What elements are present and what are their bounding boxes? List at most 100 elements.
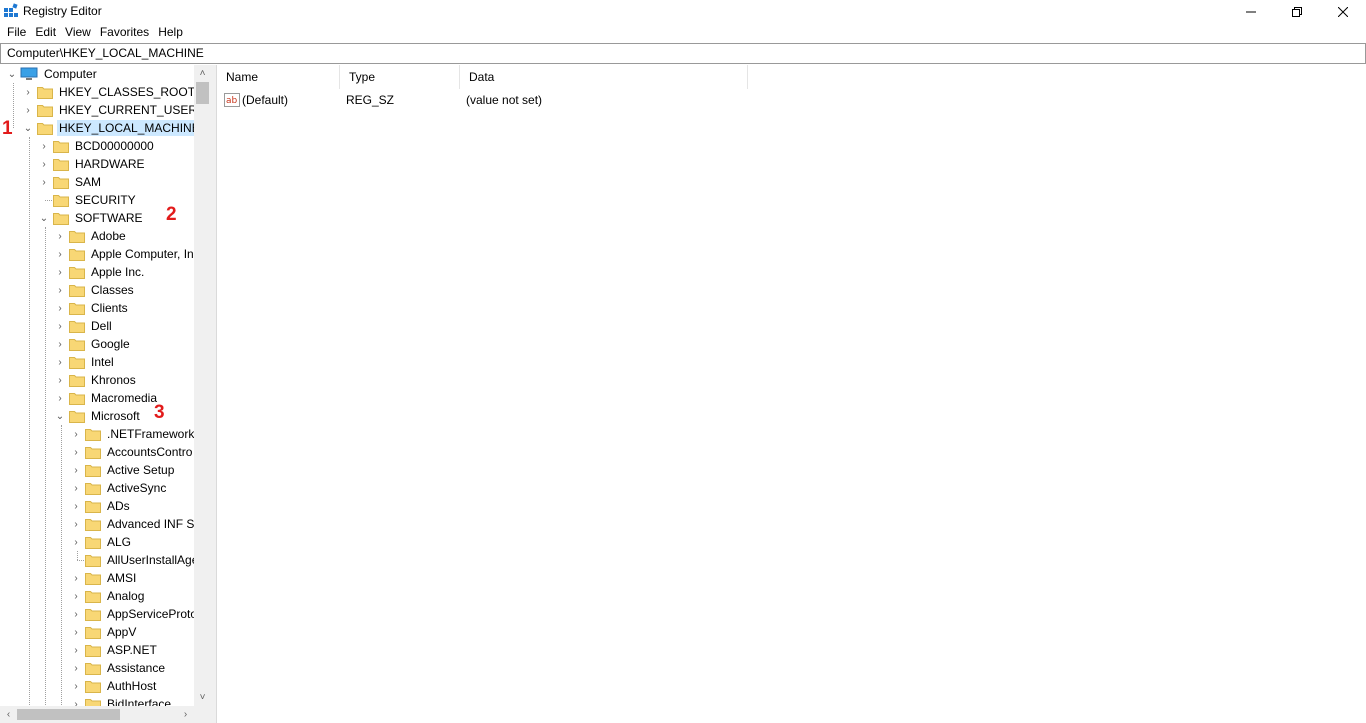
- tree-item-software-child[interactable]: › Classes: [54, 281, 136, 299]
- menu-edit[interactable]: Edit: [31, 23, 61, 42]
- column-header-name[interactable]: Name: [217, 65, 340, 89]
- expanded-chevron-icon[interactable]: ⌄: [22, 119, 34, 137]
- tree-item-microsoft-child[interactable]: › AppV: [70, 623, 138, 641]
- expanded-chevron-icon[interactable]: ⌄: [6, 65, 18, 83]
- collapsed-chevron-icon[interactable]: ›: [70, 533, 82, 551]
- menu-view[interactable]: View: [61, 23, 96, 42]
- menu-file[interactable]: File: [3, 23, 31, 42]
- callout-2: 2: [166, 204, 177, 225]
- collapsed-chevron-icon[interactable]: ›: [70, 641, 82, 659]
- address-bar[interactable]: Computer\HKEY_LOCAL_MACHINE: [0, 43, 1366, 64]
- collapsed-chevron-icon[interactable]: ›: [54, 281, 66, 299]
- collapsed-chevron-icon[interactable]: ›: [54, 263, 66, 281]
- tree-item-hardware[interactable]: › HARDWARE: [38, 155, 147, 173]
- column-header-data[interactable]: Data: [460, 65, 748, 89]
- scroll-up-icon[interactable]: ˄: [194, 65, 211, 82]
- tree-item-label: Advanced INF Se: [107, 517, 202, 531]
- collapsed-chevron-icon[interactable]: ›: [70, 605, 82, 623]
- tree-item-microsoft-child[interactable]: AllUserInstallAge: [70, 551, 200, 569]
- collapsed-chevron-icon[interactable]: ›: [54, 371, 66, 389]
- collapsed-chevron-icon[interactable]: ›: [70, 425, 82, 443]
- tree-item-microsoft-child[interactable]: › ADs: [70, 497, 132, 515]
- tree-item-computer[interactable]: ⌄ Computer: [6, 65, 99, 83]
- collapsed-chevron-icon[interactable]: ›: [70, 569, 82, 587]
- scroll-thumb[interactable]: [17, 709, 120, 720]
- close-button[interactable]: [1320, 0, 1366, 23]
- menu-favorites[interactable]: Favorites: [96, 23, 154, 42]
- folder-icon: [69, 338, 85, 351]
- tree-item-microsoft-child[interactable]: › AppServiceProto: [70, 605, 199, 623]
- tree-item-microsoft-child[interactable]: › AMSI: [70, 569, 138, 587]
- tree-item-label: SAM: [75, 175, 102, 189]
- column-header-type[interactable]: Type: [340, 65, 460, 89]
- tree-vertical-scrollbar[interactable]: ˄ ˅: [194, 65, 211, 706]
- folder-icon: [53, 212, 69, 225]
- collapsed-chevron-icon[interactable]: ›: [70, 515, 82, 533]
- tree-item-software-child[interactable]: › Apple Computer, In: [54, 245, 196, 263]
- tree-item-microsoft-child[interactable]: › .NETFramework: [70, 425, 196, 443]
- tree-item-microsoft-child[interactable]: › Advanced INF Se: [70, 515, 203, 533]
- minimize-button[interactable]: [1228, 0, 1274, 23]
- collapsed-chevron-icon[interactable]: ›: [54, 245, 66, 263]
- scroll-down-icon[interactable]: ˅: [194, 689, 211, 706]
- tree-item-microsoft-child[interactable]: › Active Setup: [70, 461, 176, 479]
- tree-item-hkey-classes-root[interactable]: › HKEY_CLASSES_ROOT: [22, 83, 197, 101]
- list-item[interactable]: ab (Default) REG_SZ (value not set): [217, 90, 748, 110]
- tree-item-hkey-local-machine[interactable]: ⌄ HKEY_LOCAL_MACHINE: [22, 119, 202, 137]
- tree-item-software-child[interactable]: › Dell: [54, 317, 114, 335]
- collapsed-chevron-icon[interactable]: ›: [70, 479, 82, 497]
- tree-item-microsoft-child[interactable]: › AuthHost: [70, 677, 158, 695]
- tree-item-sam[interactable]: › SAM: [38, 173, 103, 191]
- folder-icon: [69, 302, 85, 315]
- collapsed-chevron-icon[interactable]: ›: [70, 587, 82, 605]
- collapsed-chevron-icon[interactable]: ›: [54, 389, 66, 407]
- collapsed-chevron-icon[interactable]: ›: [54, 317, 66, 335]
- collapsed-chevron-icon[interactable]: ›: [70, 659, 82, 677]
- restore-button[interactable]: [1274, 0, 1320, 23]
- collapsed-chevron-icon[interactable]: ›: [22, 101, 34, 119]
- tree-item-microsoft-child[interactable]: › Analog: [70, 587, 146, 605]
- registry-tree[interactable]: ⌄ Computer › HKEY_CLASSES_ROOT › HKEY_CURRE…: [0, 65, 211, 723]
- tree-item-software-child[interactable]: › Clients: [54, 299, 130, 317]
- tree-item-software-child[interactable]: › Macromedia: [54, 389, 159, 407]
- collapsed-chevron-icon[interactable]: ›: [70, 461, 82, 479]
- tree-item-microsoft-child[interactable]: › AccountsContro: [70, 443, 194, 461]
- tree-horizontal-scrollbar[interactable]: ‹ ›: [0, 706, 194, 723]
- tree-item-microsoft-child[interactable]: › ActiveSync: [70, 479, 168, 497]
- tree-item-bcd00000000[interactable]: › BCD00000000: [38, 137, 156, 155]
- tree-item-software-child[interactable]: › Adobe: [54, 227, 128, 245]
- folder-icon: [85, 644, 101, 657]
- collapsed-chevron-icon[interactable]: ›: [70, 443, 82, 461]
- values-list[interactable]: Name Type Data ab (Default) REG_SZ (valu…: [216, 65, 1366, 723]
- expanded-chevron-icon[interactable]: ⌄: [38, 209, 50, 227]
- collapsed-chevron-icon[interactable]: ›: [54, 227, 66, 245]
- tree-item-software[interactable]: ⌄ SOFTWARE: [38, 209, 145, 227]
- scroll-left-icon[interactable]: ‹: [0, 706, 17, 723]
- tree-item-microsoft-child[interactable]: › ASP.NET: [70, 641, 159, 659]
- collapsed-chevron-icon[interactable]: ›: [70, 677, 82, 695]
- scroll-right-icon[interactable]: ›: [177, 706, 194, 723]
- tree-item-software-child[interactable]: › Google: [54, 335, 132, 353]
- expanded-chevron-icon[interactable]: ⌄: [54, 407, 66, 425]
- collapsed-chevron-icon[interactable]: ›: [38, 155, 50, 173]
- close-icon: [1338, 6, 1348, 17]
- collapsed-chevron-icon[interactable]: ›: [38, 137, 50, 155]
- collapsed-chevron-icon[interactable]: ›: [54, 353, 66, 371]
- collapsed-chevron-icon[interactable]: ›: [54, 299, 66, 317]
- tree-item-software-child[interactable]: ⌄ Microsoft: [54, 407, 142, 425]
- tree-item-software-child[interactable]: › Khronos: [54, 371, 138, 389]
- collapsed-chevron-icon[interactable]: ›: [54, 335, 66, 353]
- tree-item-microsoft-child[interactable]: › Assistance: [70, 659, 167, 677]
- scroll-thumb[interactable]: [196, 82, 209, 104]
- tree-item-software-child[interactable]: › Intel: [54, 353, 116, 371]
- tree-item-microsoft-child[interactable]: › ALG: [70, 533, 133, 551]
- tree-item-security[interactable]: SECURITY: [38, 191, 138, 209]
- collapsed-chevron-icon[interactable]: ›: [70, 497, 82, 515]
- collapsed-chevron-icon[interactable]: ›: [22, 83, 34, 101]
- collapsed-chevron-icon[interactable]: ›: [38, 173, 50, 191]
- tree-item-software-child[interactable]: › Apple Inc.: [54, 263, 146, 281]
- tree-item-hkey-current-user[interactable]: › HKEY_CURRENT_USER: [22, 101, 199, 119]
- collapsed-chevron-icon[interactable]: ›: [70, 623, 82, 641]
- menu-help[interactable]: Help: [154, 23, 188, 42]
